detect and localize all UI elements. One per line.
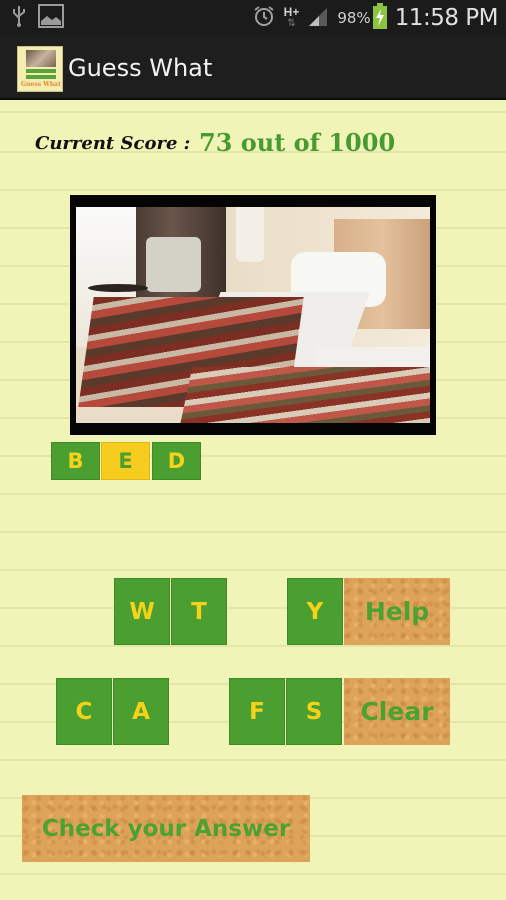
image-icon xyxy=(38,3,64,33)
network-hplus-icon: H+ ⇅ xyxy=(283,5,300,29)
action-bar: Guess What Guess What xyxy=(0,36,506,100)
signal-icon xyxy=(307,5,329,32)
score-label: Current Score : xyxy=(35,133,191,154)
network-label: H+ xyxy=(283,5,300,19)
app-logo-row xyxy=(26,75,56,79)
app-logo-label: Guess What xyxy=(21,81,61,88)
data-arrows-icon: ⇅ xyxy=(287,18,296,29)
letter-key-t[interactable]: T xyxy=(171,578,227,645)
help-button[interactable]: Help xyxy=(344,578,450,645)
clock-time: 11:58 PM xyxy=(394,5,499,31)
photo-lamp xyxy=(236,207,264,262)
alarm-icon xyxy=(252,4,276,33)
letter-key-a[interactable]: A xyxy=(113,678,169,745)
photo-table xyxy=(88,284,148,292)
photo-chair xyxy=(146,237,201,292)
letter-key-f[interactable]: F xyxy=(229,678,285,745)
photo-blanket xyxy=(179,367,430,423)
answer-tile-2[interactable]: E xyxy=(101,442,150,480)
letter-key-y[interactable]: Y xyxy=(287,578,343,645)
app-title: Guess What xyxy=(68,54,213,82)
puzzle-image-frame xyxy=(70,195,436,435)
clear-button[interactable]: Clear xyxy=(344,678,450,745)
usb-icon xyxy=(12,4,26,33)
app-logo-picture xyxy=(26,50,56,67)
battery-charging-icon xyxy=(372,2,387,34)
letter-key-c[interactable]: C xyxy=(56,678,112,745)
battery-percent: 98% xyxy=(337,9,371,27)
status-bar: H+ ⇅ 98% 11:58 PM xyxy=(0,0,506,36)
puzzle-image xyxy=(76,207,430,423)
answer-tile-3[interactable]: D xyxy=(152,442,201,480)
check-answer-button[interactable]: Check your Answer xyxy=(22,795,310,862)
letter-key-w[interactable]: W xyxy=(114,578,170,645)
letter-key-s[interactable]: S xyxy=(286,678,342,745)
answer-tile-1[interactable]: B xyxy=(51,442,100,480)
score-value: 73 out of 1000 xyxy=(199,128,396,157)
app-logo-row xyxy=(26,69,56,73)
app-logo-icon[interactable]: Guess What xyxy=(17,46,63,92)
